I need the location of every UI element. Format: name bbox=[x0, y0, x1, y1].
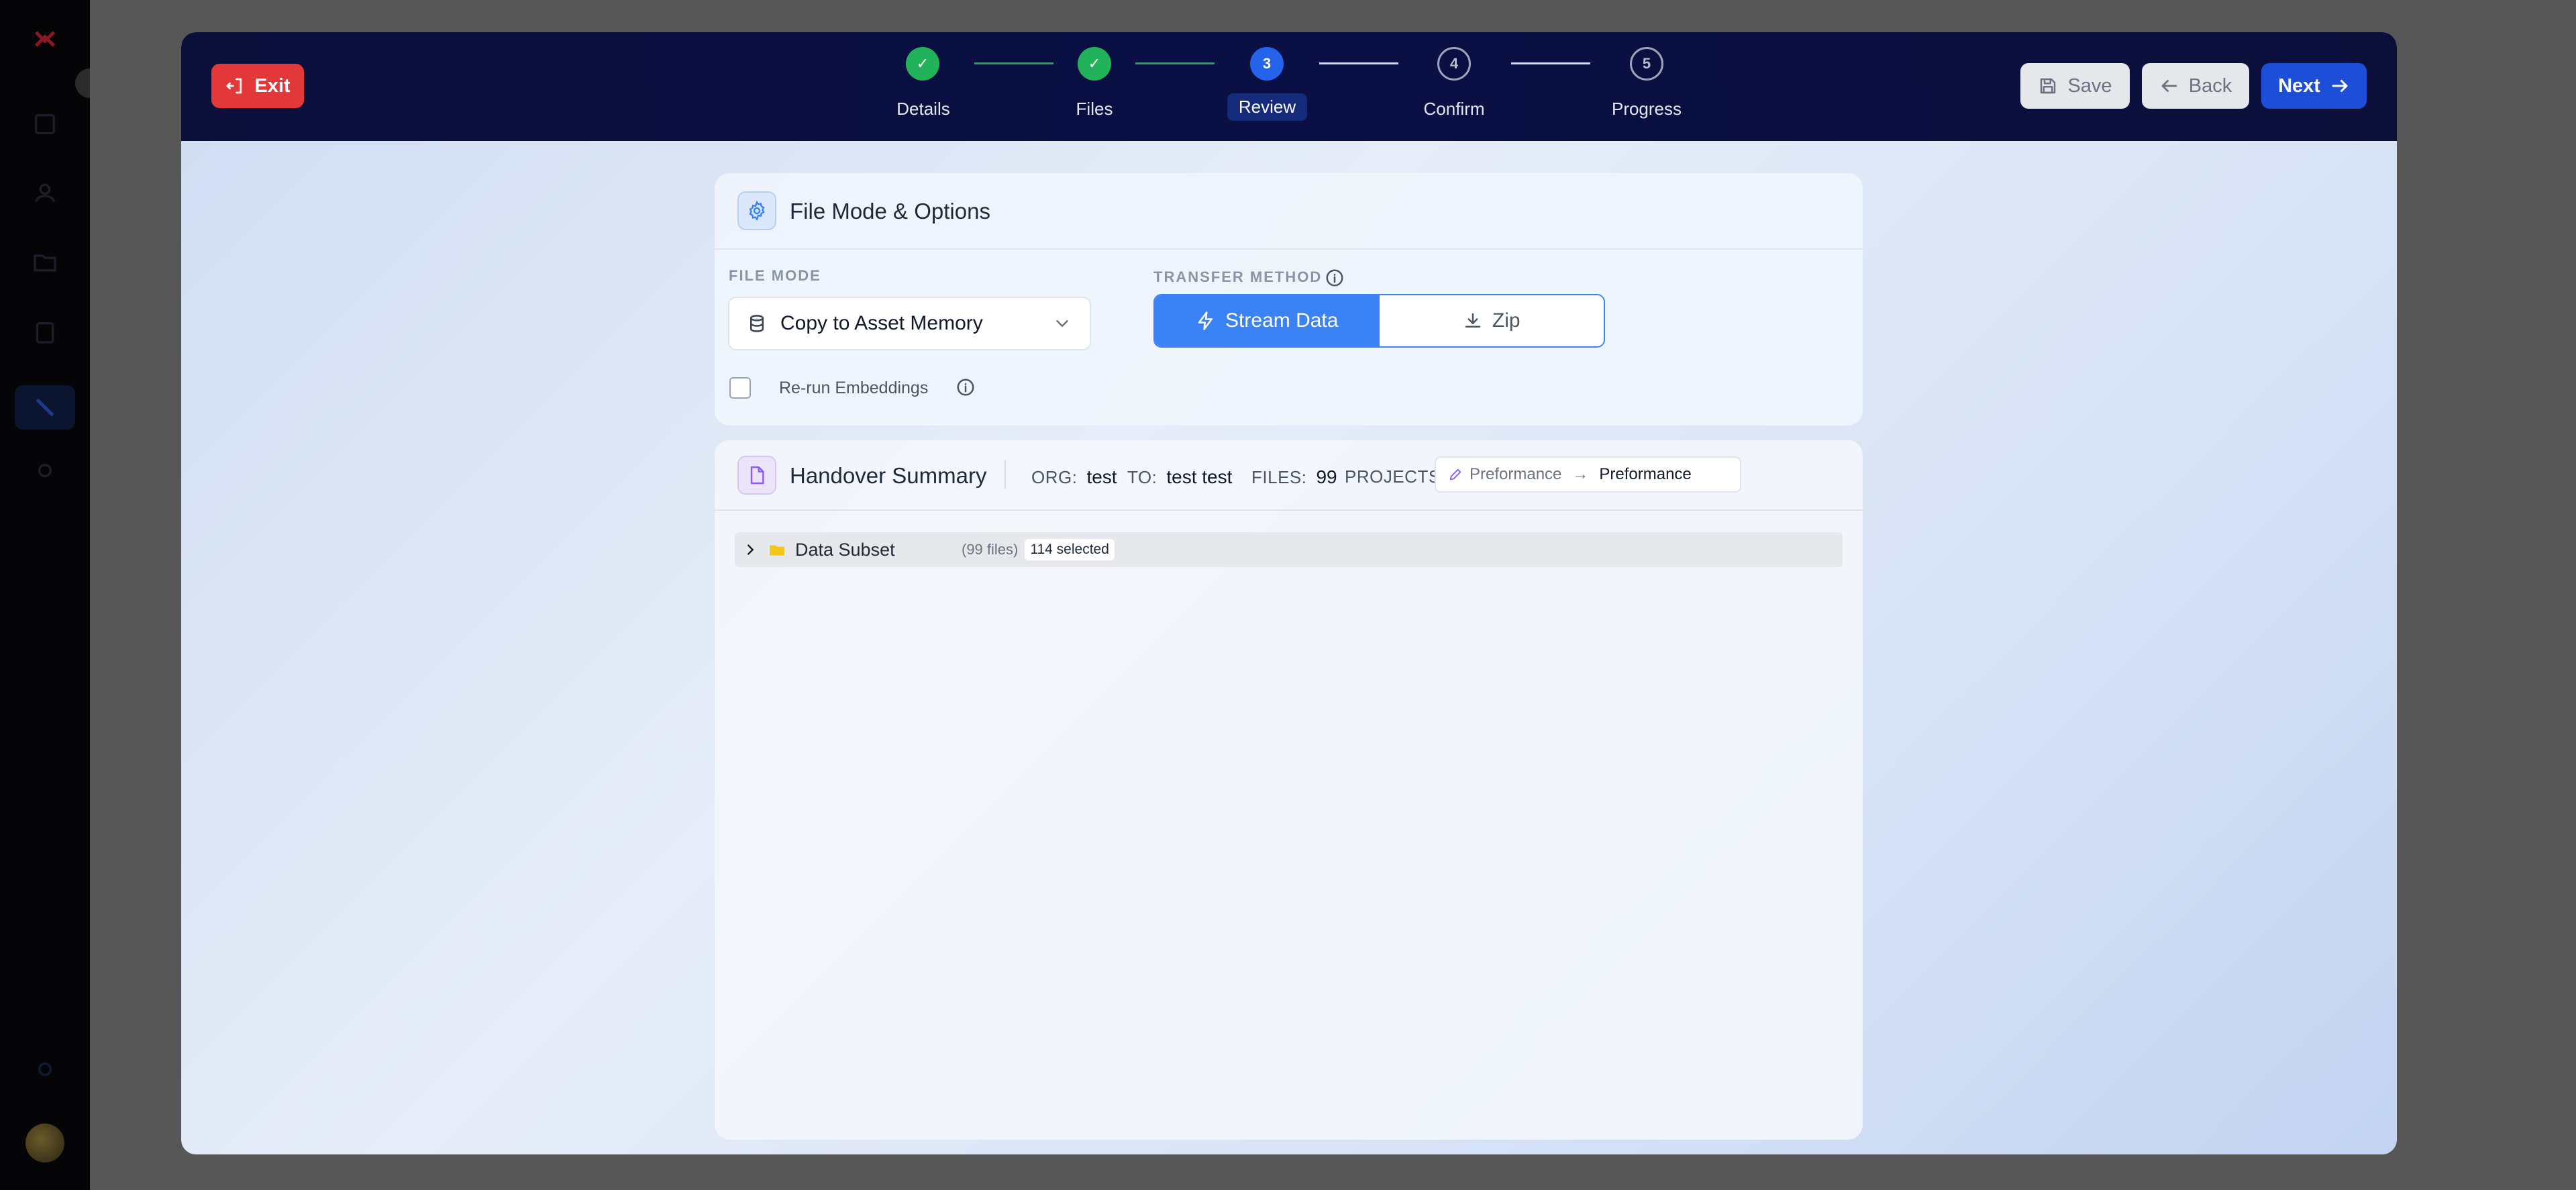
app-logo-icon bbox=[30, 23, 60, 54]
project-to: Preformance bbox=[1599, 465, 1692, 483]
files-key: FILES: bbox=[1251, 467, 1307, 487]
to-value: test test bbox=[1166, 466, 1233, 487]
rerun-embeddings-checkbox[interactable] bbox=[729, 377, 751, 399]
file-mode-select[interactable]: Copy to Asset Memory bbox=[728, 297, 1091, 350]
step-label-review[interactable]: Review bbox=[1227, 93, 1307, 121]
tree-row[interactable]: Data Subset (99 files) 114 selected bbox=[735, 532, 1843, 567]
file-mode-options-card: File Mode & Options FILE MODE Copy to As… bbox=[715, 173, 1863, 426]
projects-key: PROJECTS: bbox=[1345, 466, 1446, 487]
arrow-left-icon bbox=[2161, 80, 2177, 92]
step-connector-4 bbox=[1511, 62, 1590, 64]
to-meta: TO: test test bbox=[1127, 466, 1232, 488]
step-2-check-icon: ✓ bbox=[1088, 55, 1101, 72]
card-divider bbox=[715, 248, 1863, 250]
handover-modal: Exit ✓ ✓ 3 4 5 Details Files Review Conf… bbox=[181, 32, 2397, 1154]
dashboard-icon[interactable] bbox=[30, 109, 60, 140]
org-value: test bbox=[1086, 466, 1117, 487]
tree-file-count: (99 files) bbox=[962, 541, 1019, 558]
step-4-circle: 4 bbox=[1437, 47, 1471, 81]
handover-summary-card: Handover Summary ORG: test TO: test test… bbox=[715, 440, 1863, 1140]
file-mode-value: Copy to Asset Memory bbox=[780, 312, 983, 334]
step-1-check-icon: ✓ bbox=[916, 55, 929, 72]
handover-nav-icon[interactable] bbox=[15, 385, 75, 430]
help-icon[interactable] bbox=[30, 1054, 60, 1085]
arrow-right-icon bbox=[2332, 80, 2348, 92]
files-meta: FILES: 99 bbox=[1251, 466, 1337, 488]
exit-label: Exit bbox=[254, 75, 291, 97]
stream-data-label: Stream Data bbox=[1225, 309, 1339, 332]
download-icon bbox=[1465, 313, 1481, 328]
to-key: TO: bbox=[1127, 467, 1157, 487]
gear-icon bbox=[737, 191, 776, 230]
step-1-circle: ✓ bbox=[906, 47, 939, 81]
step-2-circle: ✓ bbox=[1078, 47, 1111, 81]
projects-meta: PROJECTS: bbox=[1345, 466, 1445, 487]
org-meta: ORG: test bbox=[1031, 466, 1117, 488]
summary-title: Handover Summary bbox=[790, 463, 987, 488]
zip-option[interactable]: Zip bbox=[1379, 295, 1604, 346]
database-icon bbox=[750, 315, 764, 332]
step-label-details[interactable]: Details bbox=[896, 99, 949, 119]
org-key: ORG: bbox=[1031, 467, 1078, 487]
rerun-embeddings-label[interactable]: Re-run Embeddings bbox=[779, 379, 928, 398]
project-from: Preformance bbox=[1470, 465, 1562, 483]
document-icon bbox=[737, 456, 776, 495]
step-3-circle: 3 bbox=[1250, 47, 1284, 81]
selected-badge: 114 selected bbox=[1025, 539, 1115, 560]
chevron-down-icon bbox=[1056, 320, 1068, 328]
project-mapping-field[interactable]: Preformance → Preformance bbox=[1435, 456, 1741, 493]
back-button[interactable]: Back bbox=[2142, 63, 2249, 109]
folder-icon bbox=[770, 545, 784, 556]
card-divider bbox=[715, 509, 1863, 511]
save-label: Save bbox=[2067, 75, 2112, 97]
lightning-icon bbox=[1198, 311, 1213, 330]
app-sidebar bbox=[0, 0, 90, 1190]
save-icon bbox=[2041, 78, 2056, 94]
file-mode-label: FILE MODE bbox=[729, 267, 821, 284]
settings-nav-icon[interactable] bbox=[30, 455, 60, 486]
pencil-icon bbox=[1449, 468, 1461, 481]
files-value: 99 bbox=[1316, 466, 1337, 487]
exit-icon bbox=[226, 78, 242, 94]
transfer-info-icon[interactable] bbox=[1325, 268, 1345, 288]
back-label: Back bbox=[2188, 75, 2232, 97]
options-title: File Mode & Options bbox=[790, 199, 990, 224]
summary-separator bbox=[1004, 460, 1006, 489]
zip-label: Zip bbox=[1492, 309, 1521, 332]
step-label-files[interactable]: Files bbox=[1076, 99, 1113, 119]
users-icon[interactable] bbox=[30, 177, 60, 208]
project-arrow: → bbox=[1572, 465, 1589, 483]
exit-button[interactable]: Exit bbox=[211, 64, 304, 108]
next-label: Next bbox=[2278, 75, 2320, 97]
step-connector-1 bbox=[974, 62, 1053, 64]
tree-folder-name: Data Subset bbox=[795, 539, 895, 560]
clipboard-icon[interactable] bbox=[30, 317, 60, 348]
save-button[interactable]: Save bbox=[2020, 63, 2130, 109]
chevron-right-icon[interactable] bbox=[743, 542, 758, 557]
modal-header: Exit ✓ ✓ 3 4 5 Details Files Review Conf… bbox=[181, 32, 2397, 141]
folder-nav-icon[interactable] bbox=[30, 247, 60, 278]
step-connector-3 bbox=[1319, 62, 1398, 64]
user-avatar[interactable] bbox=[25, 1124, 64, 1162]
next-button[interactable]: Next bbox=[2261, 63, 2367, 109]
transfer-method-toggle: Stream Data Zip bbox=[1153, 294, 1605, 348]
step-label-confirm: Confirm bbox=[1423, 99, 1485, 119]
step-label-progress: Progress bbox=[1611, 99, 1682, 119]
stream-data-option[interactable]: Stream Data bbox=[1155, 295, 1380, 346]
step-connector-2 bbox=[1135, 62, 1215, 64]
step-5-circle: 5 bbox=[1630, 47, 1663, 81]
rerun-info-icon[interactable] bbox=[956, 377, 976, 397]
transfer-method-label: TRANSFER METHOD bbox=[1153, 268, 1323, 285]
